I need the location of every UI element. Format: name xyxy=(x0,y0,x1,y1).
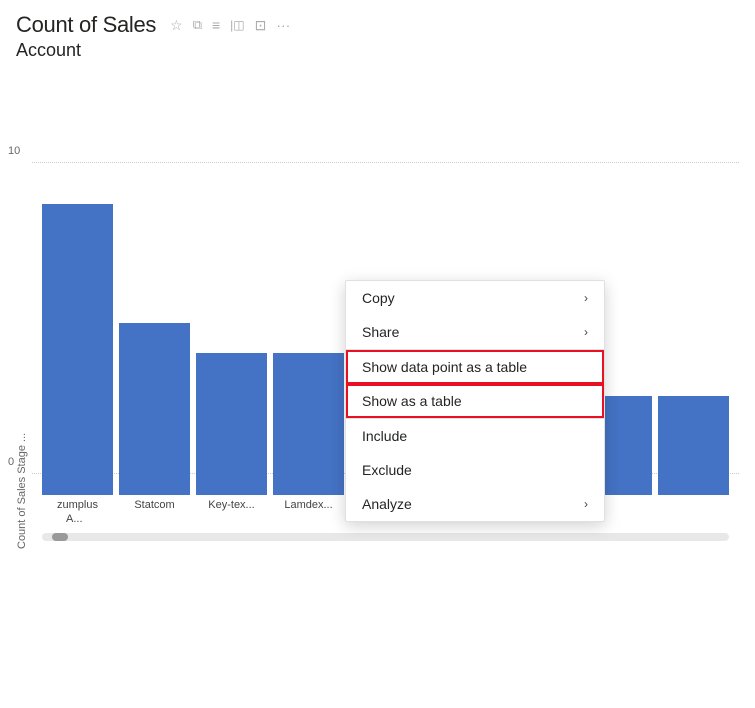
scrollbar-thumb[interactable] xyxy=(52,533,68,541)
bar[interactable] xyxy=(658,396,729,495)
scrollbar-track[interactable] xyxy=(42,533,729,541)
bar-group[interactable] xyxy=(119,323,190,495)
bar-group[interactable] xyxy=(273,353,344,495)
context-menu: Copy › Share › Show data point as a table Sho… xyxy=(345,280,605,522)
chart-subtitle: Account xyxy=(16,40,739,61)
x-axis-label: Key-tex... xyxy=(196,499,267,511)
filter-icon[interactable]: ≡ xyxy=(210,15,222,35)
y-tick-0: 0 xyxy=(8,456,14,468)
menu-item-label: Show as a table xyxy=(362,393,462,409)
focus-icon[interactable]: |◫ xyxy=(228,16,246,34)
bar-group[interactable] xyxy=(42,204,113,495)
y-axis-label: Count of Sales Stage ... xyxy=(16,69,28,549)
menu-item-label: Exclude xyxy=(362,462,412,478)
bar[interactable] xyxy=(119,323,190,495)
x-axis-label: Statcom xyxy=(119,499,190,511)
menu-item-analyze[interactable]: Analyze › xyxy=(346,487,604,521)
menu-item-share[interactable]: Share › xyxy=(346,315,604,349)
chart-header: Count of Sales ☆ ⧉ ≡ |◫ ⊡ ··· xyxy=(16,12,739,38)
bar[interactable] xyxy=(42,204,113,495)
copy-icon[interactable]: ⧉ xyxy=(191,15,204,35)
bar-group[interactable] xyxy=(196,353,267,495)
menu-item-exclude[interactable]: Exclude xyxy=(346,453,604,487)
chart-container: Count of Sales ☆ ⧉ ≡ |◫ ⊡ ··· Account Co… xyxy=(0,0,755,708)
bar-group[interactable] xyxy=(658,396,729,495)
y-tick-10: 10 xyxy=(8,145,20,157)
menu-item-copy[interactable]: Copy › xyxy=(346,281,604,315)
menu-item-label: Copy xyxy=(362,290,395,306)
menu-item-include[interactable]: Include xyxy=(346,419,604,453)
menu-item-label: Analyze xyxy=(362,496,412,512)
chevron-right-icon: › xyxy=(584,291,588,305)
expand-icon[interactable]: ⊡ xyxy=(253,15,269,36)
menu-item-label: Show data point as a table xyxy=(362,359,527,375)
x-axis-label xyxy=(658,499,729,511)
header-icons: ☆ ⧉ ≡ |◫ ⊡ ··· xyxy=(168,15,292,36)
chart-title: Count of Sales xyxy=(16,12,156,38)
chevron-right-icon: › xyxy=(584,497,588,511)
menu-item-show-as-table[interactable]: Show as a table xyxy=(346,384,604,418)
x-axis-label: zumplus xyxy=(42,499,113,511)
more-icon[interactable]: ··· xyxy=(274,15,292,35)
x-axis-label: Lamdex... xyxy=(273,499,344,511)
menu-item-show-data-point[interactable]: Show data point as a table xyxy=(346,350,604,384)
star-icon[interactable]: ☆ xyxy=(168,15,185,36)
bar[interactable] xyxy=(273,353,344,495)
bar[interactable] xyxy=(196,353,267,495)
menu-item-label: Share xyxy=(362,324,399,340)
chevron-right-icon: › xyxy=(584,325,588,339)
menu-item-label: Include xyxy=(362,428,407,444)
